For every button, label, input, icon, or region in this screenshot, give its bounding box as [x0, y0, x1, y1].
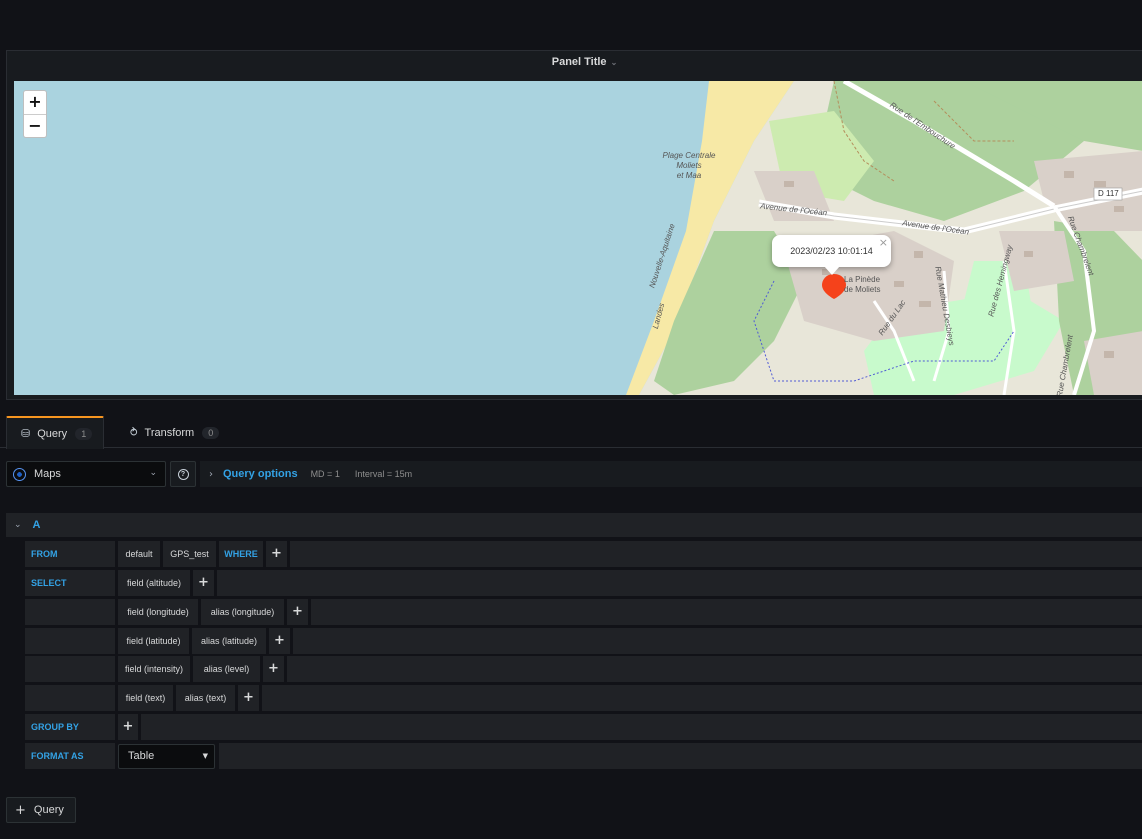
query-format-row: FORMAT AS Table ▼ — [25, 743, 1142, 769]
panel-title[interactable]: Panel Title ⌄ — [7, 56, 1142, 68]
select-label-empty — [25, 628, 115, 654]
chevron-down-icon[interactable]: ⌄ — [14, 520, 22, 530]
query-options-md: MD = 1 — [310, 469, 340, 479]
select-alias-segment[interactable]: alias (level) — [193, 656, 260, 682]
select-label-empty — [25, 685, 115, 711]
measurement-segment[interactable]: GPS_test — [163, 541, 216, 567]
transform-icon: ⥁ — [130, 426, 138, 439]
datasource-picker[interactable]: Maps ⌄ — [6, 461, 166, 487]
where-label: WHERE — [219, 541, 263, 567]
popup-close-icon[interactable]: × — [879, 236, 888, 249]
add-select-button[interactable]: + — [238, 685, 259, 711]
tab-query[interactable]: ⛁ Query 1 — [6, 416, 104, 449]
chevron-down-icon[interactable]: ⌄ — [611, 58, 618, 67]
from-label: FROM — [25, 541, 115, 567]
select-field-segment[interactable]: field (latitude) — [118, 628, 189, 654]
tab-transform[interactable]: ⥁ Transform 0 — [130, 416, 220, 449]
add-group-by-button[interactable]: + — [118, 714, 138, 740]
query-ref-id[interactable]: A — [33, 519, 41, 531]
row-filler — [217, 570, 1142, 596]
datasource-row: Maps ⌄ ? › Query options MD = 1 Interval… — [6, 461, 1142, 488]
query-row-header[interactable]: ⌄ A — [6, 513, 1142, 537]
tab-transform-count: 0 — [202, 426, 220, 439]
add-query-label: Query — [33, 804, 64, 816]
select-field-segment[interactable]: field (text) — [118, 685, 173, 711]
map-panel: Panel Title ⌄ Plage Centrale Moliets et … — [6, 50, 1142, 400]
row-filler — [290, 541, 1142, 567]
plus-icon: + — [15, 802, 26, 818]
add-select-button[interactable]: + — [193, 570, 214, 596]
panel-title-text[interactable]: Panel Title — [552, 56, 607, 68]
row-filler — [219, 743, 1142, 769]
query-select-row: SELECT field (altitude) + — [25, 570, 1142, 596]
tab-query-label: Query — [37, 427, 68, 440]
caret-down-icon: ▼ — [202, 752, 208, 760]
query-select-row: field (text) alias (text) + — [25, 685, 1142, 711]
chevron-down-icon: ⌄ — [149, 468, 157, 478]
query-select-row: field (intensity) alias (level) + — [25, 656, 1142, 682]
map-label-d117: D 117 — [1098, 189, 1119, 198]
geomap[interactable]: Plage Centrale Moliets et Maa Avenue de … — [14, 81, 1142, 395]
datasource-name: Maps — [34, 468, 61, 480]
zoom-in-button[interactable]: + — [24, 91, 46, 114]
chevron-right-icon: › — [209, 468, 213, 480]
add-query-button[interactable]: + Query — [6, 797, 76, 823]
retention-policy-segment[interactable]: default — [118, 541, 160, 567]
top-navbar — [0, 0, 1142, 46]
editor-tabs: ⛁ Query 1 ⥁ Transform 0 — [0, 414, 1142, 449]
datasource-icon — [13, 467, 26, 481]
help-icon: ? — [177, 468, 189, 480]
popup-timestamp: 2023/02/23 10:01:14 — [790, 246, 873, 256]
group-by-label: GROUP BY — [25, 714, 115, 740]
query-select-row: field (longitude) alias (longitude) + — [25, 599, 1142, 625]
select-label-empty — [25, 656, 115, 682]
map-label-pinede: La Pinède de Moliets — [844, 275, 881, 294]
map-zoom-control: + − — [23, 90, 47, 138]
query-group-by-row: GROUP BY + — [25, 714, 1142, 740]
select-field-segment[interactable]: field (altitude) — [118, 570, 190, 596]
row-filler — [293, 628, 1142, 654]
select-label-empty — [25, 599, 115, 625]
query-options[interactable]: › Query options MD = 1 Interval = 15m — [200, 461, 1142, 487]
row-filler — [311, 599, 1142, 625]
add-select-button[interactable]: + — [287, 599, 308, 625]
format-as-value: Table — [128, 750, 155, 762]
format-as-select[interactable]: Table ▼ — [118, 744, 215, 769]
tab-query-count: 1 — [75, 427, 93, 440]
row-filler — [141, 714, 1142, 740]
row-filler — [287, 656, 1142, 682]
add-select-button[interactable]: + — [269, 628, 290, 654]
query-options-interval: Interval = 15m — [354, 469, 413, 479]
add-select-button[interactable]: + — [263, 656, 284, 682]
database-icon: ⛁ — [21, 427, 31, 440]
select-field-segment[interactable]: field (intensity) — [118, 656, 190, 682]
row-filler — [262, 685, 1142, 711]
datasource-help-button[interactable]: ? — [170, 461, 196, 487]
zoom-out-button[interactable]: − — [24, 114, 46, 137]
map-label-beach: Plage Centrale Moliets et Maa — [662, 151, 716, 180]
marker-popup: 2023/02/23 10:01:14 × — [772, 235, 891, 275]
select-alias-segment[interactable]: alias (latitude) — [192, 628, 266, 654]
select-alias-segment[interactable]: alias (text) — [176, 685, 235, 711]
select-label: SELECT — [25, 570, 115, 596]
tab-transform-label: Transform — [144, 426, 195, 439]
query-select-row: field (latitude) alias (latitude) + — [25, 628, 1142, 654]
query-options-label: Query options — [223, 468, 298, 480]
format-as-label: FORMAT AS — [25, 743, 115, 769]
select-alias-segment[interactable]: alias (longitude) — [201, 599, 284, 625]
map-tiles — [14, 81, 1142, 395]
query-from-row: FROM default GPS_test WHERE + — [25, 541, 1142, 567]
add-where-button[interactable]: + — [266, 541, 287, 567]
select-field-segment[interactable]: field (longitude) — [118, 599, 198, 625]
